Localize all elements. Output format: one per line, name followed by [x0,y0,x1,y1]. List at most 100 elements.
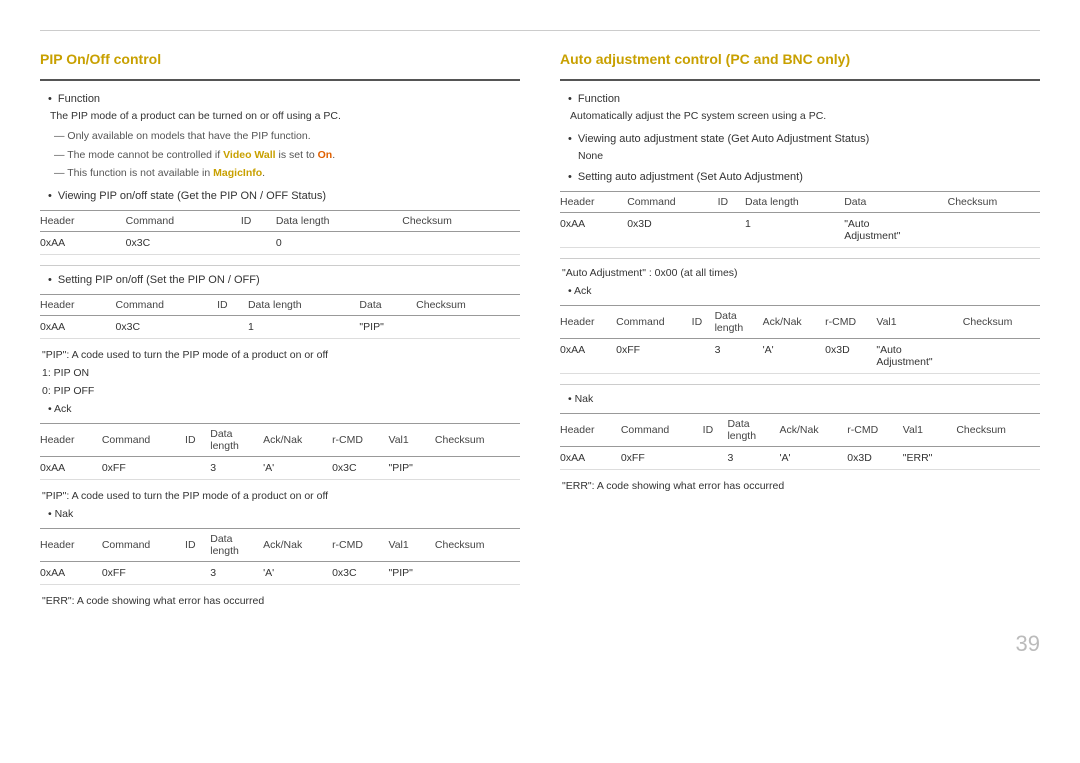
cell-id [241,232,276,255]
cell-checksum [963,338,1040,373]
main-content: PIP On/Off control Function The PIP mode… [40,49,1040,611]
auto-note: "Auto Adjustment" : 0x00 (at all times) [562,267,1040,279]
cell-acknak: 'A' [779,446,847,469]
cell-checksum [435,457,520,480]
left-title-bar: PIP On/Off control [40,49,520,81]
nak-table-section: Header Command ID Datalength Ack/Nak r-C… [40,528,520,585]
cell-acknak: 'A' [263,457,332,480]
cell-id [185,562,210,585]
table-row: 0xAA 0xFF 3 'A' 0x3D "ERR" [560,446,1040,469]
right-table1-section: Header Command ID Data length Data Check… [560,191,1040,248]
th-rcmd: r-CMD [825,305,876,338]
th-checksum: Checksum [435,424,520,457]
cell-datalength: 1 [745,212,844,247]
th-command: Command [616,305,692,338]
setting-label: Setting auto adjustment (Set Auto Adjust… [578,171,803,183]
cell-header: 0xAA [560,212,627,247]
left-column: PIP On/Off control Function The PIP mode… [40,49,520,611]
function-label: Function [58,93,100,105]
th-command: Command [627,191,717,212]
th-id: ID [692,305,715,338]
th-header: Header [560,305,616,338]
cell-id [217,316,248,339]
cell-id [718,212,745,247]
th-checksum: Checksum [948,191,1040,212]
th-checksum: Checksum [416,295,520,316]
th-header: Header [40,424,102,457]
th-checksum: Checksum [435,529,520,562]
nak-label: Nak [48,508,520,520]
divider-right-2 [560,384,1040,385]
note-1: Only available on models that have the P… [54,129,520,145]
cell-id [703,446,728,469]
th-datalength: Datalength [210,424,263,457]
th-val1: Val1 [876,305,962,338]
th-header: Header [40,529,102,562]
th-command: Command [102,529,185,562]
cell-command: 0x3D [627,212,717,247]
th-command: Command [621,413,703,446]
table-row: 0xAA 0xFF 3 'A' 0x3D "AutoAdjustment" [560,338,1040,373]
cell-datalength: 3 [715,338,763,373]
setting-list: Setting auto adjustment (Set Auto Adjust… [560,171,1040,183]
right-title-bar: Auto adjustment control (PC and BNC only… [560,49,1040,81]
cell-datalength: 0 [276,232,402,255]
th-command: Command [116,295,218,316]
cell-command: 0xFF [102,457,185,480]
cell-command: 0xFF [616,338,692,373]
table-row: 0xAA 0x3C 1 "PIP" [40,316,520,339]
setting-item: Setting PIP on/off (Set the PIP ON / OFF… [48,274,520,286]
pip-ack-table: Header Command ID Datalength Ack/Nak r-C… [40,423,520,480]
table-row: 0xAA 0xFF 3 'A' 0x3C "PIP" [40,457,520,480]
cell-datalength: 1 [248,316,359,339]
cell-command: 0xFF [621,446,703,469]
cell-command: 0x3C [126,232,241,255]
cell-data: "PIP" [359,316,416,339]
pip-view-table: Header Command ID Data length Checksum 0… [40,210,520,255]
divider-1 [40,265,520,266]
table-row: 0xAA 0x3D 1 "AutoAdjustment" [560,212,1040,247]
magicinfo-highlight: MagicInfo [213,167,262,179]
cell-acknak: 'A' [763,338,826,373]
function-item: Function [48,93,520,105]
th-data: Data [359,295,416,316]
right-section-title: Auto adjustment control (PC and BNC only… [560,49,850,69]
pip-note3: 0: PIP OFF [42,385,520,397]
right-nak-table-section: Header Command ID Datalength Ack/Nak r-C… [560,413,1040,470]
cell-header: 0xAA [40,562,102,585]
th-header: Header [40,295,116,316]
setting-list: Setting PIP on/off (Set the PIP ON / OFF… [40,274,520,286]
right-ack-table-section: Header Command ID Datalength Ack/Nak r-C… [560,305,1040,374]
th-val1: Val1 [903,413,957,446]
auto-set-table: Header Command ID Data length Data Check… [560,191,1040,248]
divider-right-1 [560,258,1040,259]
function-label: Function [578,93,620,105]
th-id: ID [217,295,248,316]
cell-val1: "PIP" [388,457,434,480]
cell-datalength: 3 [210,562,263,585]
th-header: Header [560,413,621,446]
cell-rcmd: 0x3D [825,338,876,373]
cell-header: 0xAA [560,338,616,373]
pip-note4: "PIP": A code used to turn the PIP mode … [42,490,520,502]
table-row: 0xAA 0xFF 3 'A' 0x3C "PIP" [40,562,520,585]
cell-rcmd: 0x3C [332,457,388,480]
th-val1: Val1 [388,529,434,562]
cell-header: 0xAA [40,316,116,339]
pip-note2: 1: PIP ON [42,367,520,379]
left-section-title: PIP On/Off control [40,49,161,69]
cell-header: 0xAA [40,457,102,480]
th-acknak: Ack/Nak [263,424,332,457]
cell-command: 0xFF [102,562,185,585]
ack-label: Ack [48,403,520,415]
table-row: 0xAA 0x3C 0 [40,232,520,255]
err-note-right: "ERR": A code showing what error has occ… [562,480,1040,492]
cell-id [692,338,715,373]
auto-nak-table: Header Command ID Datalength Ack/Nak r-C… [560,413,1040,470]
th-acknak: Ack/Nak [763,305,826,338]
table2-section: Header Command ID Data length Data Check… [40,294,520,339]
nak-label: Nak [568,393,1040,405]
cell-rcmd: 0x3D [847,446,902,469]
th-datalength: Data length [248,295,359,316]
cell-id [185,457,210,480]
